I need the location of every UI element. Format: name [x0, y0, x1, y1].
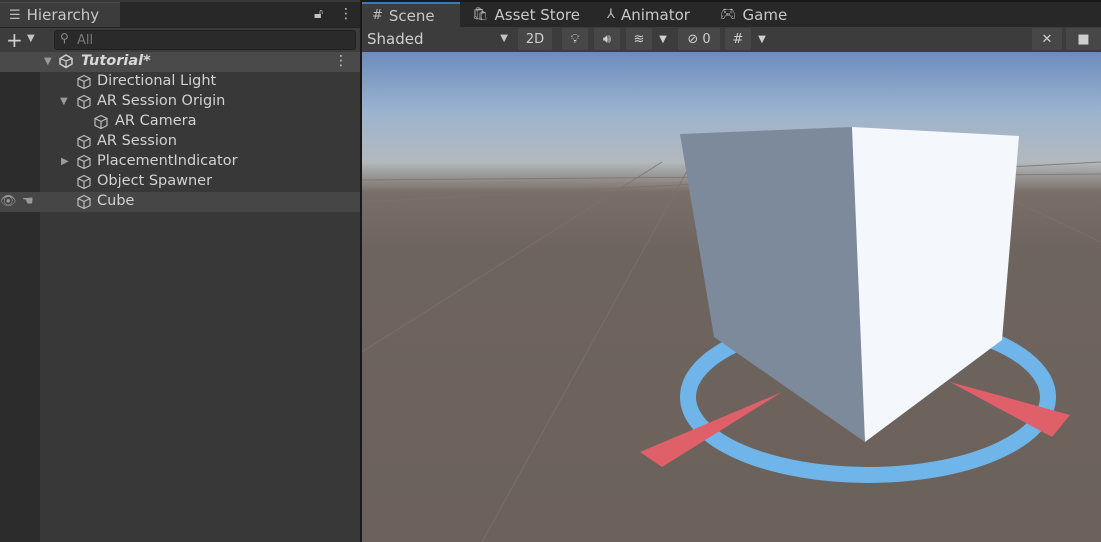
gameobject-cube-icon	[76, 174, 92, 190]
toggle-2d-button[interactable]: 2D	[518, 28, 552, 50]
grid-snap-icon: #	[732, 31, 744, 47]
scene-name: Tutorial*	[81, 53, 151, 69]
lightbulb-icon: 💡︎	[570, 31, 580, 47]
gameobject-cube-icon	[76, 154, 92, 170]
tab-scene[interactable]: # Scene	[362, 2, 460, 27]
list-item-label: Cube	[97, 193, 135, 209]
pickable-hand-icon[interactable]: ☚	[22, 194, 34, 209]
tab-label: Animator	[620, 5, 690, 24]
hierarchy-tab-label: Hierarchy	[26, 6, 100, 24]
cube-left-face	[680, 127, 865, 442]
list-item[interactable]: ▼ AR Session Origin	[0, 92, 360, 112]
gameobject-cube-icon	[93, 114, 109, 130]
tab-asset-store[interactable]: 🛍︎ Asset Store	[472, 2, 580, 27]
tab-hierarchy[interactable]: ☰ Hierarchy	[0, 2, 120, 27]
draw-mode-value: Shaded	[367, 30, 424, 48]
list-item[interactable]: AR Session	[0, 132, 360, 152]
scene-root-row[interactable]: ▼ Tutorial* ⋮	[0, 52, 360, 72]
lighting-toggle[interactable]: 💡︎	[562, 28, 588, 50]
tools-button[interactable]: ✕	[1032, 28, 1062, 50]
list-item[interactable]: ▶ PlacementIndicator	[0, 152, 360, 172]
chevron-down-icon[interactable]: ▼	[60, 96, 68, 107]
list-item[interactable]: Object Spawner	[0, 172, 360, 192]
eye-slash-icon: ⊘	[687, 31, 699, 47]
list-item[interactable]: Directional Light	[0, 72, 360, 92]
draw-mode-dropdown[interactable]: Shaded ▼	[362, 27, 512, 51]
list-item-label: PlacementIndicator	[97, 153, 238, 169]
list-item-label: Object Spawner	[97, 173, 213, 189]
shopping-bag-icon: 🛍︎	[472, 7, 489, 22]
list-item-selected[interactable]: 👁︎ ☚ Cube	[0, 192, 360, 212]
effects-toggle[interactable]: ≋	[626, 28, 652, 50]
list-item[interactable]: AR Camera	[0, 112, 360, 132]
toggle-2d-label: 2D	[525, 31, 545, 47]
hierarchy-panel: ☰ Hierarchy 🔓︎ ⋮ + ▼ ⚲ ▼ Tutorial* ⋮ Dir…	[0, 0, 360, 542]
chevron-down-icon[interactable]: ▼	[44, 56, 52, 67]
hierarchy-list-icon: ☰	[9, 7, 21, 23]
scene-viewport[interactable]	[362, 52, 1101, 542]
tools-icon: ✕	[1041, 31, 1053, 47]
grid-toggle[interactable]: #	[725, 28, 751, 50]
gameobject-cube-icon	[76, 134, 92, 150]
create-button[interactable]: +	[6, 29, 23, 51]
tab-game[interactable]: 🎮︎ Game	[720, 2, 787, 27]
chevron-down-icon: ▼	[659, 33, 667, 45]
animator-icon: ⅄	[607, 7, 615, 22]
audio-toggle[interactable]: 🔊︎	[594, 28, 620, 50]
gameobject-cube-icon	[76, 194, 92, 210]
lock-icon[interactable]: 🔓︎	[314, 6, 323, 22]
chevron-down-icon: ▼	[500, 33, 508, 44]
search-field[interactable]: ⚲	[54, 30, 356, 50]
chevron-down-icon: ▼	[758, 33, 766, 45]
speaker-icon: 🔊︎	[602, 31, 612, 47]
list-item-label: AR Session	[97, 133, 177, 149]
gameobject-cube-icon	[76, 74, 92, 90]
scene-panel: # Scene 🛍︎ Asset Store ⅄ Animator 🎮︎ Gam…	[362, 0, 1101, 542]
list-item-label: Directional Light	[97, 73, 217, 89]
camera-button[interactable]: ■	[1066, 28, 1101, 50]
search-input[interactable]	[77, 31, 347, 49]
search-icon: ⚲	[60, 31, 69, 45]
camera-icon: ■	[1077, 31, 1090, 47]
hidden-objects-toggle[interactable]: ⊘ 0	[678, 28, 720, 50]
tab-label: Asset Store	[494, 5, 580, 24]
tab-label: Game	[742, 5, 788, 24]
eye-icon[interactable]: 👁︎	[0, 194, 17, 209]
hierarchy-toolbar: + ▼ ⚲	[0, 27, 360, 53]
kebab-menu-icon[interactable]: ⋮	[334, 53, 348, 69]
kebab-menu-icon[interactable]: ⋮	[339, 6, 353, 22]
effects-dropdown[interactable]: ▼	[653, 28, 673, 50]
chevron-down-icon[interactable]: ▼	[27, 33, 35, 44]
list-item-label: AR Session Origin	[97, 93, 226, 109]
gameobject-cube-icon	[76, 94, 92, 110]
scene-tabbar: # Scene 🛍︎ Asset Store ⅄ Animator 🎮︎ Gam…	[362, 2, 1101, 27]
grid-icon: #	[372, 8, 383, 23]
layers-icon: ≋	[633, 31, 645, 47]
unity-scene-icon	[58, 53, 74, 69]
grid-dropdown[interactable]: ▼	[752, 28, 772, 50]
tab-animator[interactable]: ⅄ Animator	[607, 2, 690, 27]
hierarchy-tab-strip	[120, 2, 360, 27]
hidden-objects-count: 0	[702, 31, 711, 47]
list-item-label: AR Camera	[115, 113, 197, 129]
scene-toolbar: Shaded ▼ 2D 💡︎ 🔊︎ ≋ ▼ ⊘ 0 # ▼ ✕ ■	[362, 27, 1101, 53]
tab-label: Scene	[388, 6, 435, 25]
chevron-right-icon[interactable]: ▶	[61, 156, 69, 167]
gamepad-icon: 🎮︎	[720, 7, 737, 22]
